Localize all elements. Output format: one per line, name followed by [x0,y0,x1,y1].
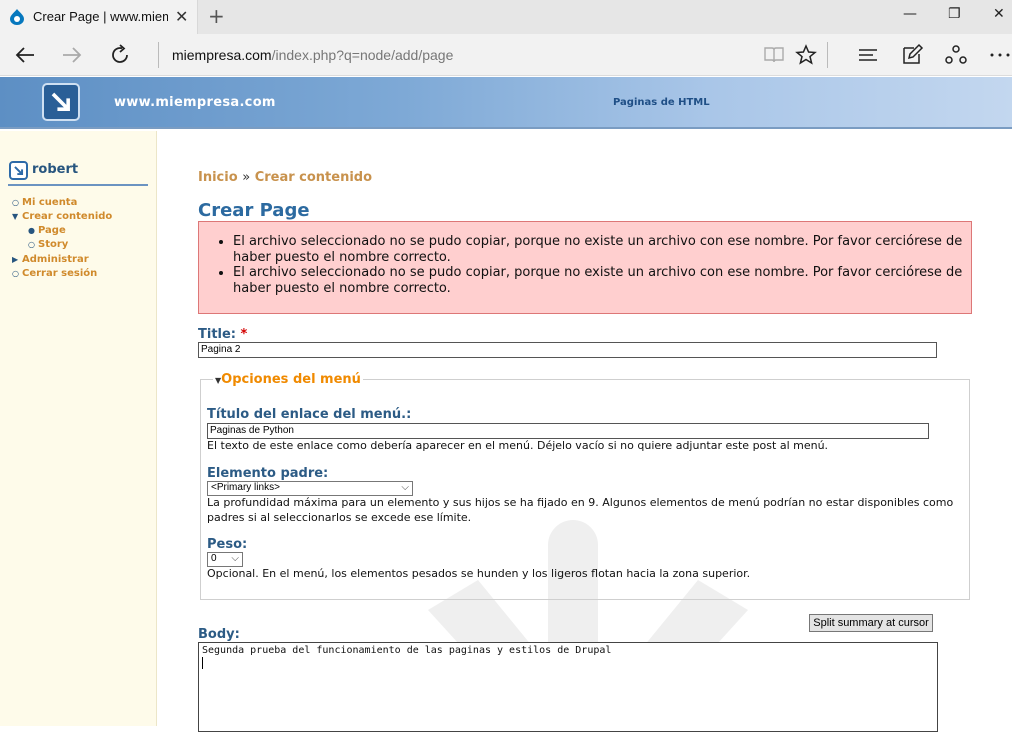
tab-title: Crear Page | www.miem [33,9,168,24]
refresh-icon[interactable] [107,42,133,68]
site-header: www.miempresa.com Paginas de HTML [0,77,1012,129]
toolbar-separator [827,42,828,68]
address-bar: miempresa.com/index.php?q=node/add/page [0,34,1012,76]
window-close-icon[interactable]: ✕ [993,6,1005,22]
url-host: miempresa.com [172,47,272,63]
parent-item-select[interactable]: <Primary links> ⌵ [207,481,413,496]
menu-settings-legend[interactable]: ▼Opciones del menú [213,372,363,387]
sidebar-item-page[interactable]: ● Page [28,225,66,236]
site-name[interactable]: www.miempresa.com [114,95,276,110]
error-list: El archivo seleccionado no se pudo copia… [199,234,971,296]
parent-item-value: <Primary links> [211,482,280,493]
sidebar-item-crear-contenido[interactable]: ▼ Crear contenido [12,211,112,222]
error-item: El archivo seleccionado no se pudo copia… [233,265,971,296]
weight-label: Peso: [207,537,248,552]
user-divider [8,184,148,186]
url-path: /index.php?q=node/add/page [271,47,454,63]
error-item: El archivo seleccionado no se pudo copia… [233,234,971,265]
chevron-down-icon: ⌵ [401,482,409,493]
header-link[interactable]: Paginas de HTML [613,97,710,108]
text-caret [202,657,203,669]
breadcrumb-current-link[interactable]: Crear contenido [255,170,372,185]
menu-link-title-description: El texto de este enlace como debería apa… [207,439,829,452]
reading-view-icon[interactable] [762,43,786,67]
sidebar: robert ○ Mi cuenta ▼ Crear contenido ● Page… [0,131,157,726]
sidebar-item-administrar[interactable]: ▶ Administrar [12,254,89,265]
sidebar-item-mi-cuenta[interactable]: ○ Mi cuenta [12,197,77,208]
sidebar-item-story[interactable]: ○ Story [28,239,68,250]
minimize-icon[interactable]: — [903,6,917,22]
menu-link-title-input[interactable]: Paginas de Python [207,423,929,439]
sidebar-item-label: Administrar [22,254,89,265]
title-label: Title: * [198,327,247,342]
parent-item-description: La profundidad máxima para un elemento y… [207,496,954,524]
menu-settings-fieldset: ▼Opciones del menú Título del enlace del… [200,372,970,600]
body-text: Segunda prueba del funcionamiento de las… [202,645,612,656]
hub-icon[interactable] [856,43,880,67]
title-label-text: Title: [198,327,237,342]
body-textarea[interactable]: Segunda prueba del funcionamiento de las… [198,642,938,732]
user-name: robert [32,162,79,177]
url-field[interactable]: miempresa.com/index.php?q=node/add/page [172,47,453,63]
page-title: Crear Page [198,200,310,221]
sidebar-item-label: Page [38,225,66,236]
weight-select[interactable]: 0 ⌵ [207,552,243,567]
sidebar-item-label: Story [38,239,69,250]
url-separator [158,42,159,68]
sidebar-item-label: Mi cuenta [22,197,78,208]
weight-description: Opcional. En el menú, los elementos pesa… [207,567,751,580]
user-block-icon [9,161,28,180]
collapsed-triangle-icon: ▶ [12,255,19,264]
more-icon[interactable] [988,43,1012,67]
browser-tab[interactable]: Crear Page | www.miem ✕ [0,0,198,34]
forward-arrow-icon[interactable] [59,42,85,68]
breadcrumb-separator: » [242,170,251,185]
drupal-favicon-icon [10,9,24,25]
web-note-icon[interactable] [900,43,924,67]
sidebar-item-cerrar-sesion[interactable]: ○ Cerrar sesión [12,268,97,279]
sidebar-item-label: Crear contenido [22,211,113,222]
bullet-icon: ● [28,226,35,235]
menu-settings-legend-label: Opciones del menú [221,372,361,387]
favorite-star-icon[interactable] [794,43,818,67]
back-arrow-icon[interactable] [12,42,38,68]
new-tab-button[interactable]: + [208,4,225,28]
bullet-icon: ○ [28,240,35,249]
weight-value: 0 [211,553,217,564]
menu-link-title-label: Título del enlace del menú.: [207,407,412,422]
parent-item-label: Elemento padre: [207,466,329,481]
split-summary-button[interactable]: Split summary at cursor [809,614,933,632]
bullet-icon: ○ [12,269,19,278]
restore-icon[interactable]: ❐ [948,6,961,22]
bullet-icon: ○ [12,198,19,207]
chevron-down-icon: ⌵ [231,553,239,564]
breadcrumb-home-link[interactable]: Inicio [198,170,238,185]
share-icon[interactable] [944,43,968,67]
sidebar-item-label: Cerrar sesión [22,268,98,279]
expanded-triangle-icon: ▼ [12,212,19,221]
breadcrumb: Inicio » Crear contenido [198,170,372,185]
site-logo-icon[interactable] [42,83,80,121]
title-input[interactable]: Pagina 2 [198,342,937,358]
required-marker: * [240,327,248,342]
error-messages: El archivo seleccionado no se pudo copia… [198,221,972,314]
body-label: Body: [198,627,240,642]
browser-tab-bar: Crear Page | www.miem ✕ + — ❐ ✕ [0,0,1012,34]
tab-close-icon[interactable]: ✕ [175,7,188,26]
